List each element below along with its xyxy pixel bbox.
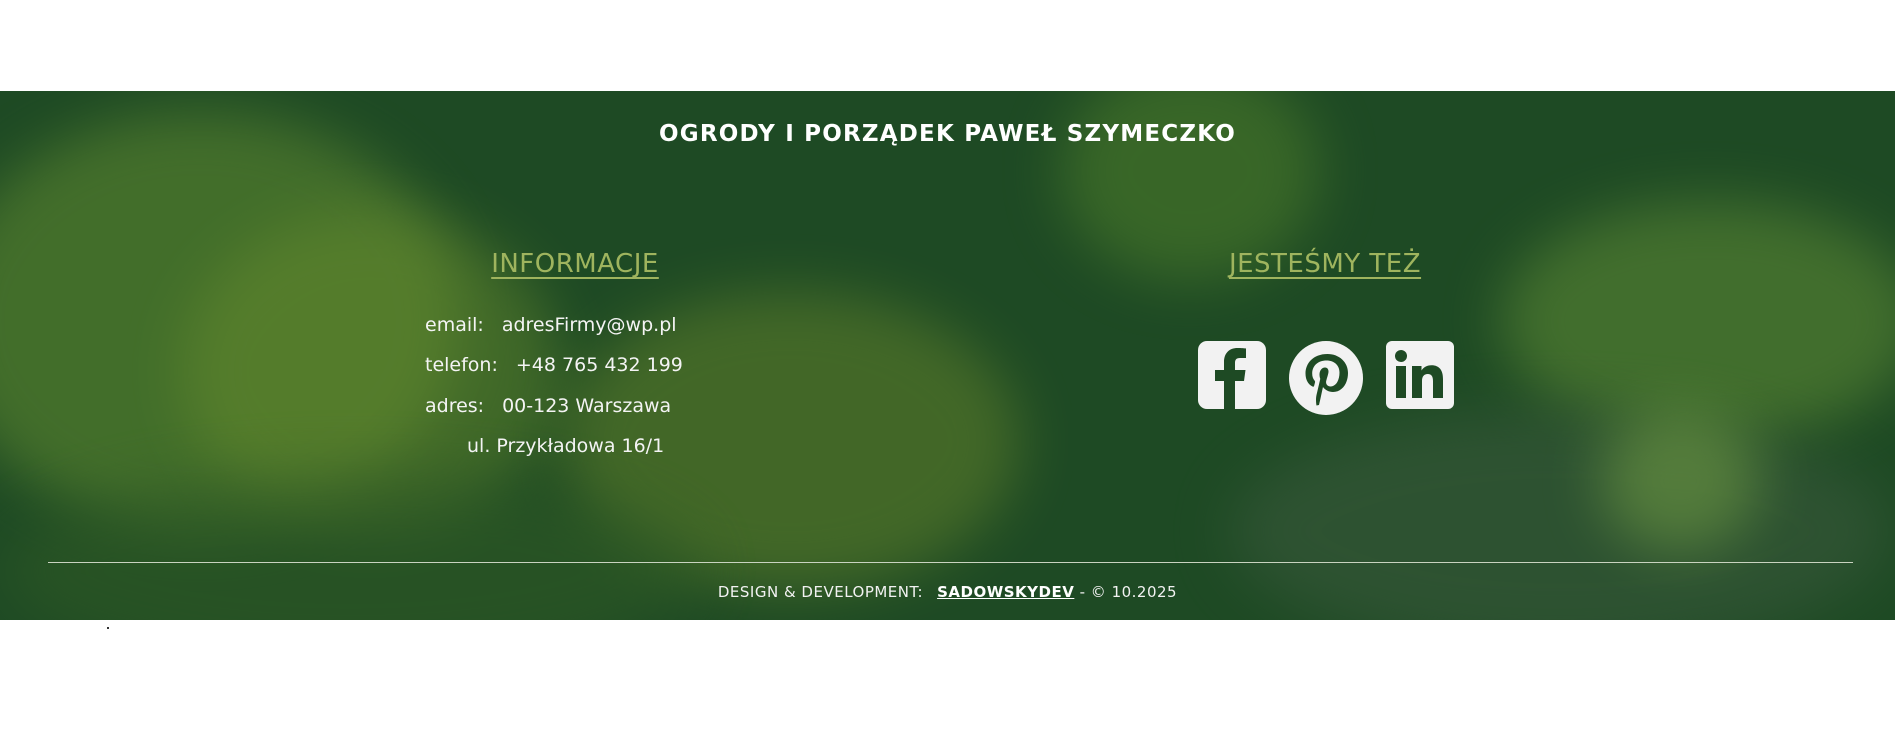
- address-value: 00-123 Warszawa: [502, 395, 672, 417]
- footer-divider: [48, 562, 1853, 563]
- author-link[interactable]: SADOWSKYDEV: [937, 583, 1074, 601]
- email-link[interactable]: adresFirmy@wp.pl: [502, 314, 677, 336]
- facebook-icon[interactable]: [1198, 341, 1266, 409]
- social-heading: JESTEŚMY TEŻ: [1228, 249, 1422, 279]
- email-row: email: adresFirmy@wp.pl: [425, 314, 677, 336]
- footer-credits: DESIGN & DEVELOPMENT: SADOWSKYDEV - © 10.…: [0, 583, 1895, 601]
- address-street: ul. Przykładowa 16/1: [467, 435, 665, 457]
- credits-date: - © 10.2025: [1079, 583, 1178, 601]
- linkedin-icon[interactable]: [1386, 341, 1454, 409]
- footer-brand-title: OGRODY I PORZĄDEK PAWEŁ SZYMECZKO: [659, 121, 1236, 147]
- email-label: email:: [425, 314, 484, 336]
- site-footer: OGRODY I PORZĄDEK PAWEŁ SZYMECZKO INFORM…: [0, 91, 1895, 620]
- address-label: adres:: [425, 395, 485, 417]
- info-heading: INFORMACJE: [491, 249, 659, 279]
- credits-label: DESIGN & DEVELOPMENT:: [717, 583, 924, 601]
- address-row: adres: 00-123 Warszawa: [425, 395, 671, 417]
- stray-dot: [107, 627, 109, 629]
- phone-label: telefon:: [425, 354, 498, 376]
- pinterest-icon[interactable]: [1289, 341, 1363, 415]
- phone-row: telefon: +48 765 432 199: [425, 354, 683, 376]
- phone-link[interactable]: +48 765 432 199: [516, 354, 683, 376]
